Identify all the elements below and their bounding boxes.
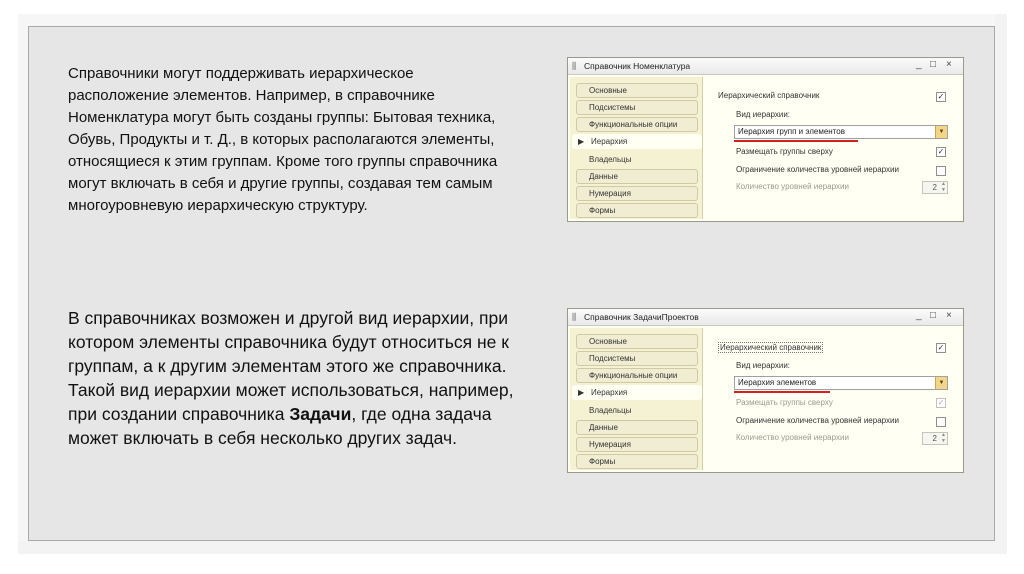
catalog-window-project-tasks: ⫼ Справочник ЗадачиПроектов _ □ × Основн… (567, 308, 964, 473)
levels-count-label: Количество уровней иерархии (736, 433, 849, 442)
levels-count-input[interactable]: 2 ▲ ▼ (922, 432, 948, 445)
minimize-button[interactable]: _ (916, 310, 922, 321)
levels-limit-label: Ограничение количества уровней иерархии (736, 165, 899, 174)
hierarchical-label: Иерархический справочник (718, 342, 824, 353)
maximize-button[interactable]: □ (930, 310, 936, 321)
hierarchical-checkbox[interactable]: ✓ (936, 92, 946, 102)
close-button[interactable]: × (946, 310, 952, 321)
highlight-underline (734, 391, 830, 393)
tab-basic[interactable]: Основные (576, 83, 698, 98)
tab-owners[interactable]: Владельцы (576, 152, 698, 167)
tab-hierarchy[interactable]: ▶ Иерархия (572, 385, 702, 400)
close-button[interactable]: × (946, 59, 952, 70)
tab-data[interactable]: Данные (576, 420, 698, 435)
window-titlebar: ⫼ Справочник Номенклатура _ □ × (568, 58, 963, 75)
levels-count-value: 2 (932, 434, 937, 443)
tab-hierarchy[interactable]: ▶ Иерархия (572, 134, 702, 149)
settings-sidebar: Основные Подсистемы Функциональные опции… (570, 328, 703, 470)
tab-subsystems[interactable]: Подсистемы (576, 100, 698, 115)
hierarchy-type-value: Иерархия групп и элементов (738, 127, 845, 136)
groups-on-top-checkbox[interactable]: ✓ (936, 147, 946, 157)
levels-limit-label: Ограничение количества уровней иерархии (736, 416, 899, 425)
paragraph2-bold-term: Задачи (289, 404, 352, 424)
tab-hierarchy-label: Иерархия (591, 137, 628, 146)
hierarchical-label: Иерархический справочник (718, 91, 820, 100)
hierarchy-type-value: Иерархия элементов (738, 378, 817, 387)
highlight-underline (734, 140, 858, 142)
hierarchy-type-select[interactable]: Иерархия элементов ▼ (734, 376, 948, 390)
hierarchical-checkbox[interactable]: ✓ (936, 343, 946, 353)
hierarchy-type-label: Вид иерархии: (736, 361, 791, 370)
tab-functional-options[interactable]: Функциональные опции (576, 368, 698, 383)
hierarchy-type-select[interactable]: Иерархия групп и элементов ▼ (734, 125, 948, 139)
chevron-down-icon[interactable]: ▼ (935, 126, 947, 138)
tab-data[interactable]: Данные (576, 169, 698, 184)
levels-count-input[interactable]: 2 ▲ ▼ (922, 181, 948, 194)
spinner-icon[interactable]: ▲ ▼ (941, 432, 946, 444)
groups-on-top-label: Размещать группы сверху (736, 398, 833, 407)
tab-numbering[interactable]: Нумерация (576, 186, 698, 201)
minimize-button[interactable]: _ (916, 59, 922, 70)
tab-subsystems[interactable]: Подсистемы (576, 351, 698, 366)
paragraph-hierarchy-groups: Справочники могут поддерживать иерархиче… (68, 65, 498, 214)
window-menu-icon[interactable]: ⫼ (572, 312, 576, 323)
levels-limit-checkbox[interactable] (936, 417, 946, 427)
tab-basic[interactable]: Основные (576, 334, 698, 349)
tab-functional-options[interactable]: Функциональные опции (576, 117, 698, 132)
tab-hierarchy-label: Иерархия (591, 388, 628, 397)
spinner-icon[interactable]: ▲ ▼ (941, 181, 946, 193)
tab-owners[interactable]: Владельцы (576, 403, 698, 418)
active-tab-arrow-icon: ▶ (578, 388, 585, 397)
levels-count-label: Количество уровней иерархии (736, 182, 849, 191)
window-menu-icon[interactable]: ⫼ (572, 61, 576, 72)
levels-limit-checkbox[interactable] (936, 166, 946, 176)
tab-numbering[interactable]: Нумерация (576, 437, 698, 452)
hierarchy-type-label: Вид иерархии: (736, 110, 791, 119)
groups-on-top-checkbox: ✓ (936, 398, 946, 408)
catalog-window-nomenclature: ⫼ Справочник Номенклатура _ □ × Основные… (567, 57, 964, 222)
paragraph-hierarchy-elements: В справочниках возможен и другой вид иер… (68, 306, 528, 450)
tab-forms[interactable]: Формы (576, 203, 698, 218)
settings-sidebar: Основные Подсистемы Функциональные опции… (570, 77, 703, 219)
levels-count-value: 2 (932, 183, 937, 192)
active-tab-arrow-icon: ▶ (578, 137, 585, 146)
maximize-button[interactable]: □ (930, 59, 936, 70)
chevron-down-icon[interactable]: ▼ (935, 377, 947, 389)
tab-forms[interactable]: Формы (576, 454, 698, 469)
window-titlebar: ⫼ Справочник ЗадачиПроектов _ □ × (568, 309, 963, 326)
window-title: Справочник ЗадачиПроектов (584, 312, 699, 322)
window-title: Справочник Номенклатура (584, 61, 691, 71)
groups-on-top-label: Размещать группы сверху (736, 147, 833, 156)
